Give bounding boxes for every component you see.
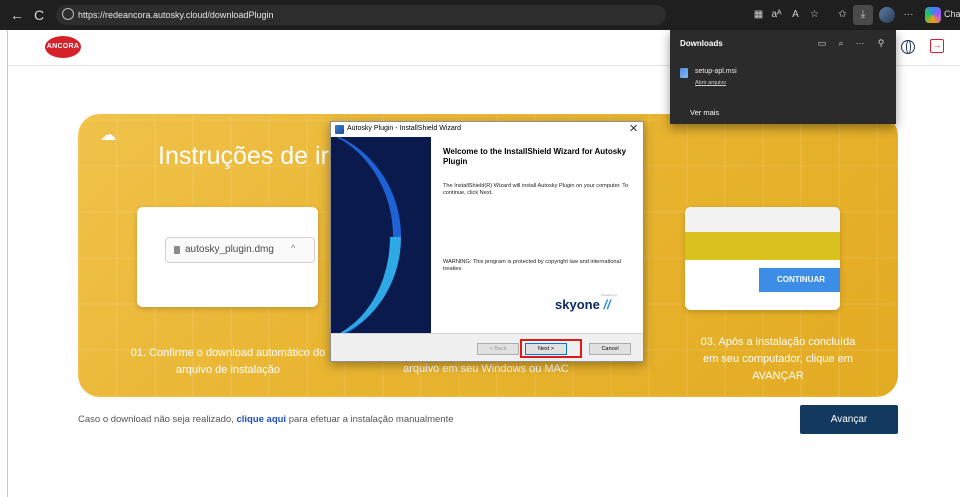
more-icon[interactable]: ···: [854, 37, 866, 49]
manual-install-link[interactable]: clique aqui: [236, 414, 286, 425]
chat-label: Chat: [944, 9, 960, 19]
window-border: [7, 30, 8, 497]
step2-text: arquivo em seu Windows ou MAC: [403, 363, 569, 375]
logout-icon[interactable]: →: [930, 39, 944, 53]
browser-toolbar: ← C https://redeancora.autosky.cloud/dow…: [0, 0, 960, 30]
reload-icon[interactable]: C: [30, 6, 48, 24]
download-chip: autosky_plugin.dmg ^: [165, 237, 315, 263]
skyone-mark-icon: //: [603, 297, 611, 312]
file-icon: [174, 246, 180, 254]
profile-avatar[interactable]: [879, 7, 895, 23]
dialog-titlebar[interactable]: Autosky Plugin - InstallShield Wizard ✕: [331, 122, 643, 137]
dialog-warning: WARNING: This program is protected by co…: [443, 259, 621, 272]
site-info-icon[interactable]: [62, 8, 74, 20]
cancel-button[interactable]: Cancel: [589, 343, 631, 355]
advance-button[interactable]: Avançar: [800, 405, 898, 434]
back-icon[interactable]: ←: [8, 6, 26, 24]
step3-illustration: CONTINUAR: [685, 207, 840, 310]
next-button-highlight: [520, 339, 582, 358]
banner-title: Instruções de ir: [158, 142, 329, 170]
address-bar[interactable]: https://redeancora.autosky.cloud/downloa…: [56, 5, 666, 25]
illustration-header: [685, 207, 840, 232]
continue-button-illustration: CONTINUAR: [759, 268, 840, 292]
step1-illustration: autosky_plugin.dmg ^: [137, 207, 318, 307]
step1-text: 01. Confirme o download automático do ar…: [130, 347, 326, 376]
more-options-icon[interactable]: ···: [902, 8, 915, 21]
download-chip-filename: autosky_plugin.dmg: [185, 244, 274, 255]
dialog-title: Autosky Plugin - InstallShield Wizard: [347, 125, 461, 132]
copilot-chat-button[interactable]: Chat: [922, 6, 960, 24]
read-aloud-icon[interactable]: A: [789, 8, 802, 21]
downloads-title: Downloads: [680, 39, 723, 48]
dialog-heading: Welcome to the InstallShield Wizard for …: [443, 147, 627, 166]
installer-icon: [335, 125, 344, 134]
globe-icon[interactable]: [901, 40, 915, 54]
illustration-bar: [685, 232, 840, 260]
skyone-logo: skyone //: [555, 297, 611, 312]
chevron-up-icon: ^: [291, 243, 296, 253]
cloud-download-icon: ☁: [100, 127, 116, 144]
copilot-icon: [925, 7, 941, 23]
dialog-divider: [331, 333, 643, 334]
download-file-name[interactable]: setup-apl.msi: [695, 68, 737, 75]
favorites-list-icon[interactable]: ✩: [836, 8, 849, 21]
folder-icon[interactable]: ▭: [816, 37, 828, 49]
url-text[interactable]: https://redeancora.autosky.cloud/downloa…: [78, 8, 273, 22]
manual-prefix: Caso o download não seja realizado,: [78, 414, 237, 425]
manual-suffix: para efetuar a instalação manualmente: [286, 414, 454, 425]
search-icon[interactable]: ⌕: [835, 37, 847, 49]
translate-icon[interactable]: aᴬ: [770, 8, 783, 21]
ancora-logo[interactable]: ANCORA: [45, 36, 81, 58]
downloads-panel: Downloads ▭ ⌕ ··· ⚲ setup-apl.msi Abrir …: [670, 30, 896, 124]
step3-text: 03. Após a instalação concluída em seu c…: [700, 336, 856, 382]
pin-icon[interactable]: ⚲: [875, 37, 887, 49]
skyone-brand: skyone: [555, 297, 600, 312]
installer-dialog: Autosky Plugin - InstallShield Wizard ✕ …: [330, 121, 644, 362]
reader-view-icon[interactable]: ▦: [752, 8, 765, 21]
dialog-side-art: [331, 137, 431, 333]
see-more-link[interactable]: Ver mais: [690, 108, 719, 117]
manual-install-text: Caso o download não seja realizado, cliq…: [78, 414, 454, 425]
close-icon[interactable]: ✕: [629, 123, 638, 135]
dialog-description: The InstallShield(R) Wizard will install…: [443, 183, 629, 196]
favorite-icon[interactable]: ☆: [808, 8, 821, 21]
msi-file-icon: [680, 68, 688, 78]
open-file-link[interactable]: Abrir arquivo: [695, 80, 726, 86]
back-button[interactable]: < Back: [477, 343, 519, 355]
download-icon[interactable]: ⤓: [853, 5, 873, 25]
dialog-content: Welcome to the InstallShield Wizard for …: [431, 137, 643, 333]
